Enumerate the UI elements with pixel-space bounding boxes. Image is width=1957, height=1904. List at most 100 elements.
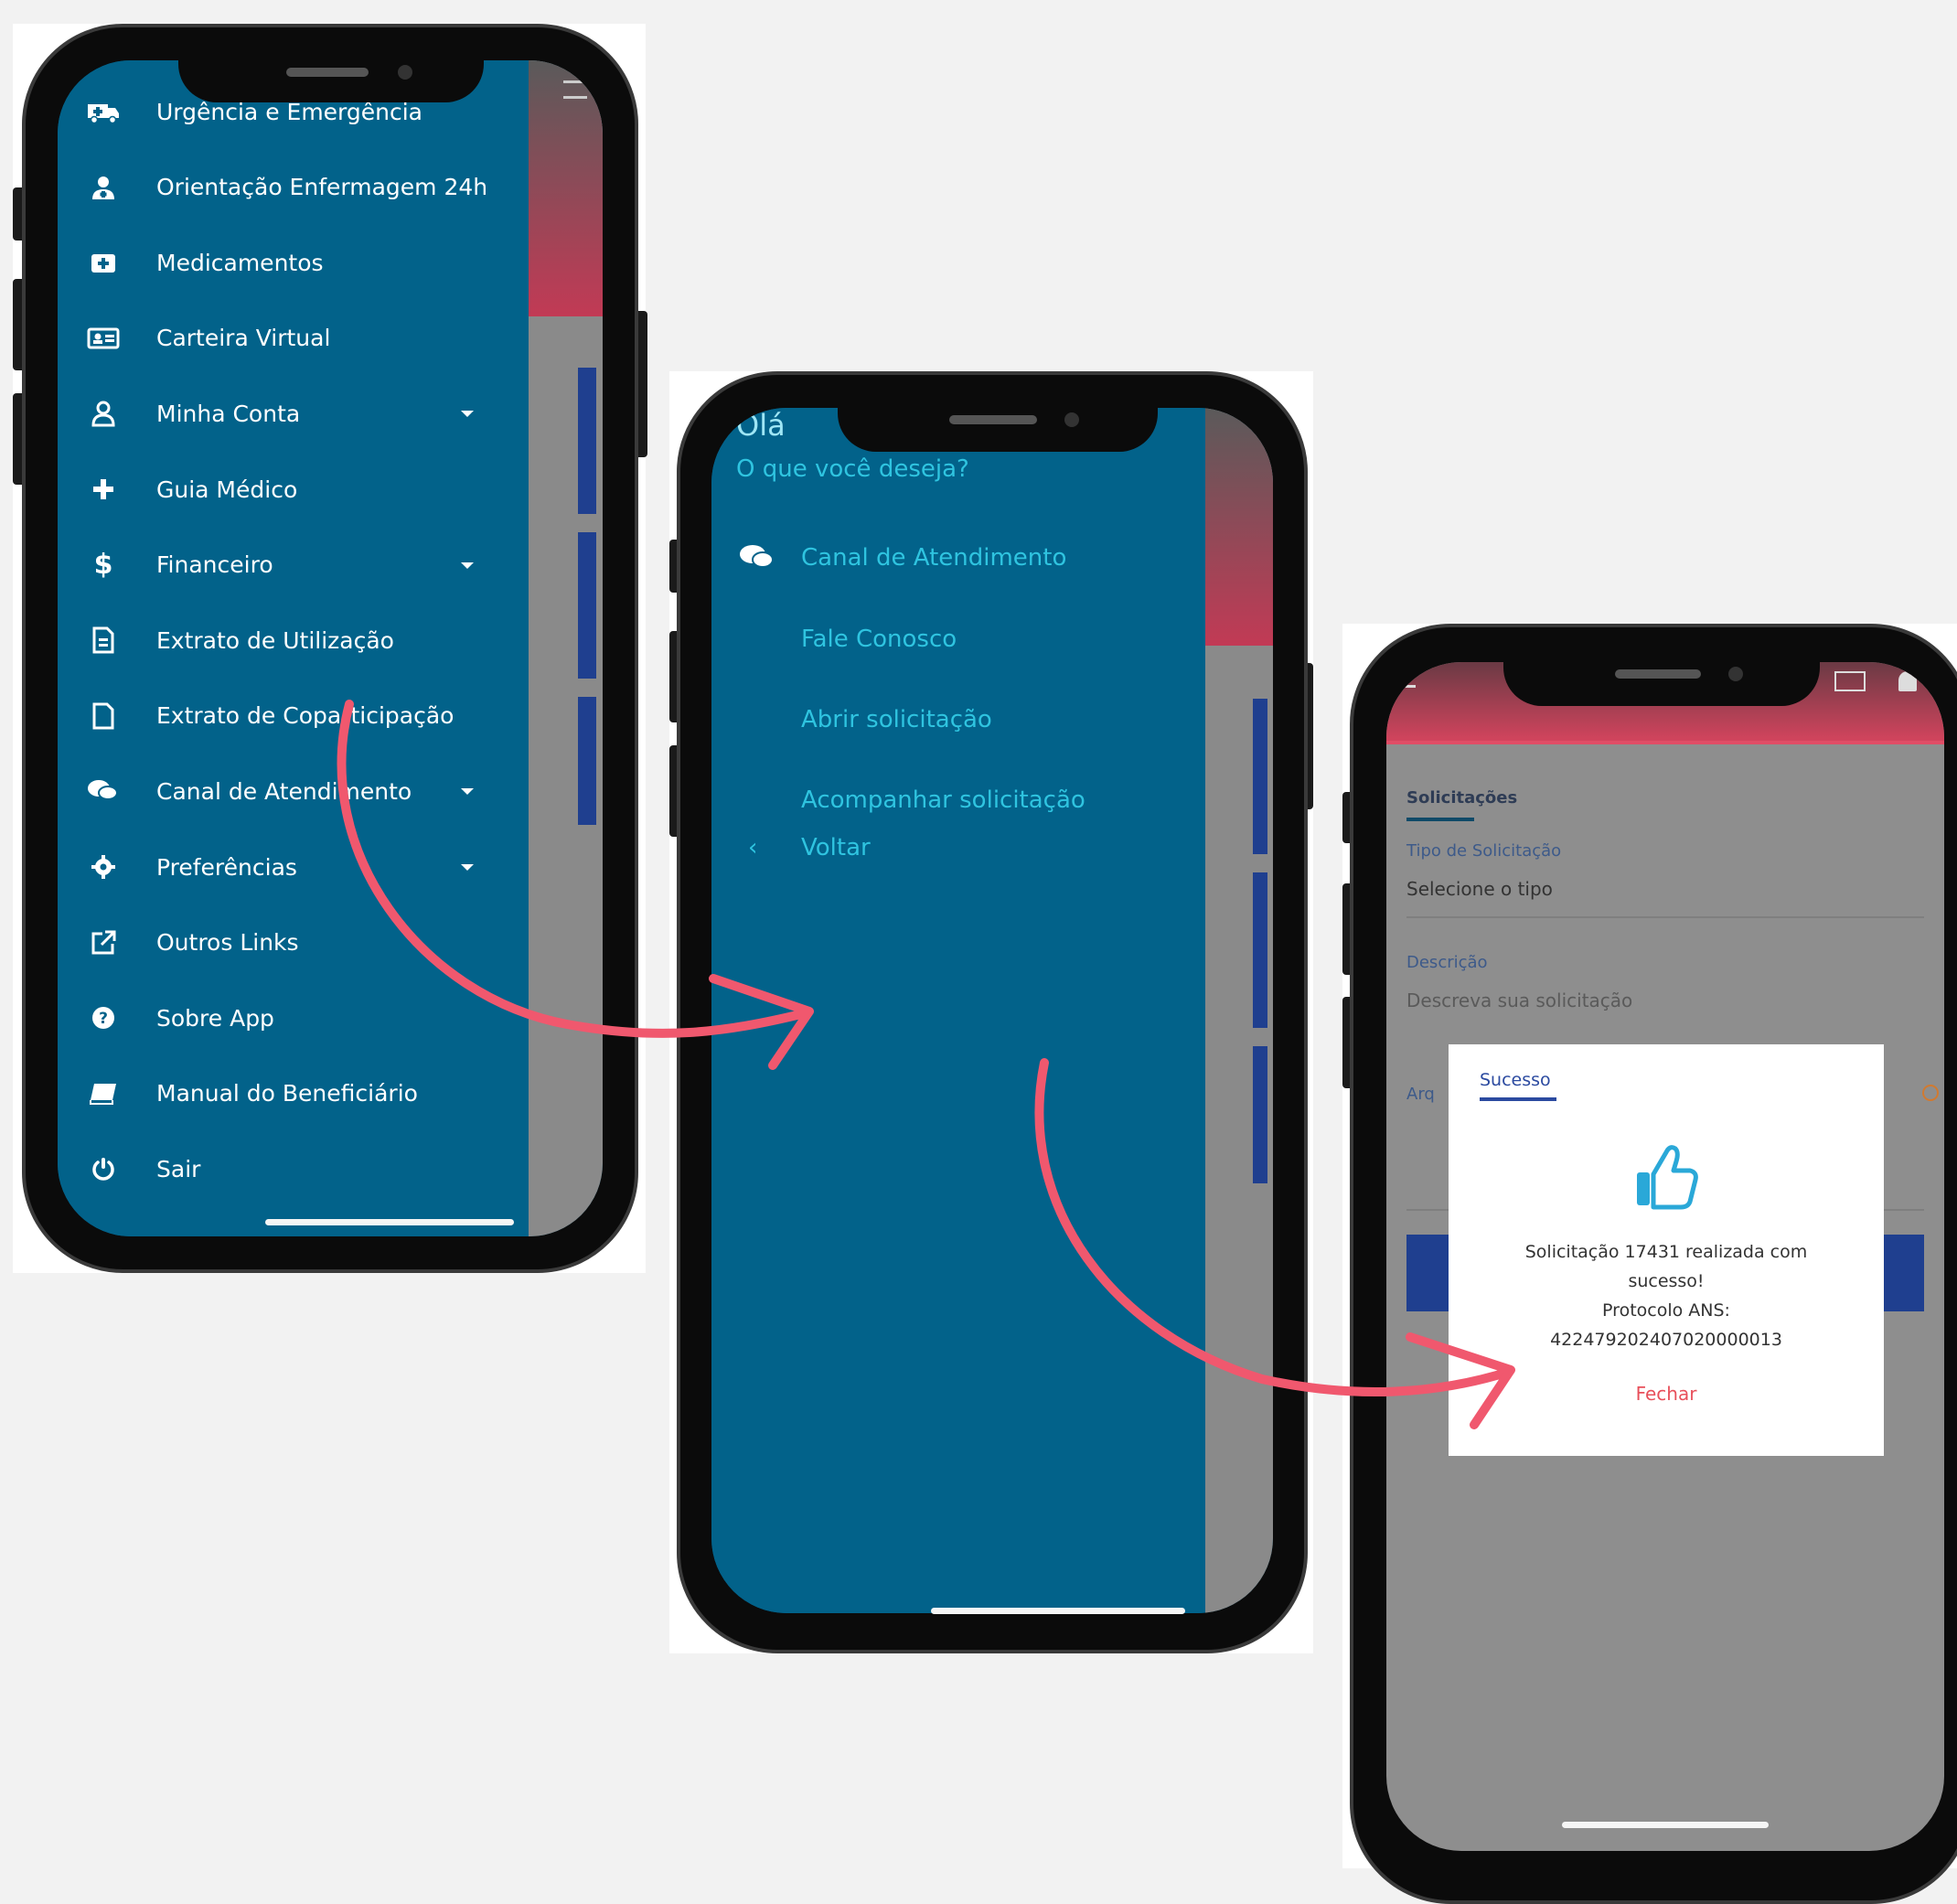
gear-icon <box>85 849 122 885</box>
menu-item-2[interactable]: Medicamentos <box>85 244 324 281</box>
section-canal-atendimento[interactable]: Canal de Atendimento <box>739 543 1066 572</box>
menu-item-label: Extrato de Coparticipação <box>156 702 454 730</box>
thumbs-up-icon <box>1633 1139 1699 1213</box>
menu-item-label: Sair <box>156 1155 201 1182</box>
phone1-bg-card-3 <box>578 697 596 825</box>
type-select[interactable]: Selecione o tipo <box>1406 878 1553 900</box>
nurse-icon <box>85 169 122 206</box>
phone3-bell-icon[interactable] <box>1898 671 1917 691</box>
menu-item-9[interactable]: Canal de Atendimento <box>85 773 412 809</box>
success-dialog: Sucesso Solicitação 17431 realizada com … <box>1449 1044 1884 1456</box>
dialog-message-line1: Solicitação 17431 realizada com <box>1524 1242 1808 1262</box>
menu-item-label: Manual do Beneficiário <box>156 1080 418 1107</box>
menu-abrir-solicitacao[interactable]: Abrir solicitação <box>801 706 992 733</box>
menu-item-14[interactable]: Sair <box>85 1150 200 1187</box>
menu-item-13[interactable]: Manual do Beneficiário <box>85 1075 418 1112</box>
type-label: Tipo de Solicitação <box>1406 841 1562 861</box>
menu-item-label: Outros Links <box>156 929 299 957</box>
dialog-message-line2: sucesso! <box>1628 1271 1705 1291</box>
ambulance-icon <box>85 93 122 130</box>
chevron-down-icon[interactable] <box>461 788 474 796</box>
menu-item-4[interactable]: Minha Conta <box>85 395 300 432</box>
chevron-down-icon[interactable] <box>461 411 474 418</box>
svg-text:?: ? <box>99 1010 108 1028</box>
file-icon <box>85 698 122 734</box>
question-circle-icon: ? <box>85 1000 122 1036</box>
phone2-notch <box>838 402 1158 452</box>
section-title: Canal de Atendimento <box>801 544 1067 572</box>
solicitacoes-tab[interactable]: Solicitações <box>1406 788 1517 808</box>
chevron-left-icon: ‹ <box>748 834 758 861</box>
phone2-menu-drawer: Olá O que você deseja? Canal de Atendime… <box>711 408 1205 1613</box>
phone2-frame: Olá O que você deseja? Canal de Atendime… <box>677 371 1308 1653</box>
phone2-camera <box>1064 412 1079 427</box>
menu-fale-conosco[interactable]: Fale Conosco <box>801 626 957 653</box>
menu-item-10[interactable]: Preferências <box>85 849 297 885</box>
menu-item-label: Minha Conta <box>156 400 301 427</box>
menu-item-6[interactable]: $ Financeiro <box>85 547 273 583</box>
phone3-screen: Solicitações Tipo de Solicitação Selecio… <box>1386 662 1944 1851</box>
phone2-bg-card-1 <box>1253 699 1267 854</box>
description-input[interactable]: Descreva sua solicitação <box>1406 989 1632 1011</box>
phone1-camera <box>398 65 412 80</box>
menu-item-1[interactable]: Orientação Enfermagem 24h <box>85 169 487 206</box>
dialog-protocol-label: Protocolo ANS: <box>1602 1300 1730 1321</box>
menu-item-7[interactable]: Extrato de Utilização <box>85 622 394 658</box>
menu-item-label: Preferências <box>156 853 297 881</box>
phone3-card-icon[interactable] <box>1834 671 1866 691</box>
phone1-screen: Urgência e Emergência Orientação Enfermag… <box>58 60 603 1236</box>
greeting: Olá <box>736 408 786 443</box>
dialog-tab-label: Sucesso <box>1480 1070 1551 1090</box>
menu-item-5[interactable]: Guia Médico <box>85 471 297 508</box>
back-label: Voltar <box>801 834 871 861</box>
menu-item-label: Carteira Virtual <box>156 325 331 352</box>
menu-item-label: Medicamentos <box>156 249 324 276</box>
phone2-speaker <box>949 415 1037 424</box>
menu-item-12[interactable]: ? Sobre App <box>85 1000 274 1036</box>
phone1-home-indicator <box>265 1219 514 1225</box>
menu-item-label: Financeiro <box>156 551 273 579</box>
menu-item-3[interactable]: Carteira Virtual <box>85 320 330 357</box>
chevron-down-icon[interactable] <box>461 562 474 569</box>
external-link-icon <box>85 925 122 961</box>
phone1-bg-banner <box>529 60 603 316</box>
phone3-menu-icon[interactable] <box>1397 675 1416 688</box>
solicitacoes-tab-underline <box>1406 818 1474 821</box>
menu-item-11[interactable]: Outros Links <box>85 925 299 961</box>
phone2-bg-banner <box>1205 408 1273 646</box>
book-icon <box>85 1075 122 1112</box>
prompt-text: O que você deseja? <box>736 455 969 483</box>
hamburger-icon[interactable] <box>563 80 587 99</box>
phone1-notch <box>178 55 484 102</box>
phone2-bg-card-3 <box>1253 1046 1267 1183</box>
dialog-close-button[interactable]: Fechar <box>1449 1383 1884 1405</box>
phone1-background-app <box>529 60 603 1236</box>
attachment-info-icon <box>1922 1085 1939 1101</box>
phone2-home-indicator <box>931 1608 1185 1614</box>
menu-item-label: Orientação Enfermagem 24h <box>156 174 488 201</box>
menu-acompanhar-solicitacao[interactable]: Acompanhar solicitação <box>801 786 1085 814</box>
document-icon <box>85 622 122 658</box>
attachment-label: Arq <box>1406 1085 1435 1104</box>
phone1-bg-card-2 <box>578 532 596 679</box>
menu-item-label: Sobre App <box>156 1004 274 1032</box>
chat-icon <box>85 773 122 809</box>
menu-item-8[interactable]: Extrato de Coparticipação <box>85 698 454 734</box>
dialog-protocol-number: 422479202407020000013 <box>1550 1330 1782 1350</box>
phone1-menu-drawer: Urgência e Emergência Orientação Enfermag… <box>58 60 529 1236</box>
phone3-frame: Solicitações Tipo de Solicitação Selecio… <box>1350 624 1957 1904</box>
phone3-header-strip <box>1386 741 1944 744</box>
type-divider <box>1406 916 1924 918</box>
user-icon <box>85 395 122 432</box>
menu-item-label: Guia Médico <box>156 476 298 503</box>
phone3-notch <box>1503 657 1820 706</box>
phone2-bg-card-2 <box>1253 872 1267 1028</box>
phone1-frame: Urgência e Emergência Orientação Enfermag… <box>22 24 638 1273</box>
back-button[interactable]: ‹ Voltar <box>748 834 871 861</box>
plus-icon <box>85 471 122 508</box>
chevron-down-icon[interactable] <box>461 864 474 871</box>
phone3-home-indicator <box>1562 1822 1769 1828</box>
phone1-bg-card-1 <box>578 368 596 514</box>
menu-item-label: Extrato de Utilização <box>156 626 394 654</box>
phone3-speaker <box>1615 669 1701 679</box>
